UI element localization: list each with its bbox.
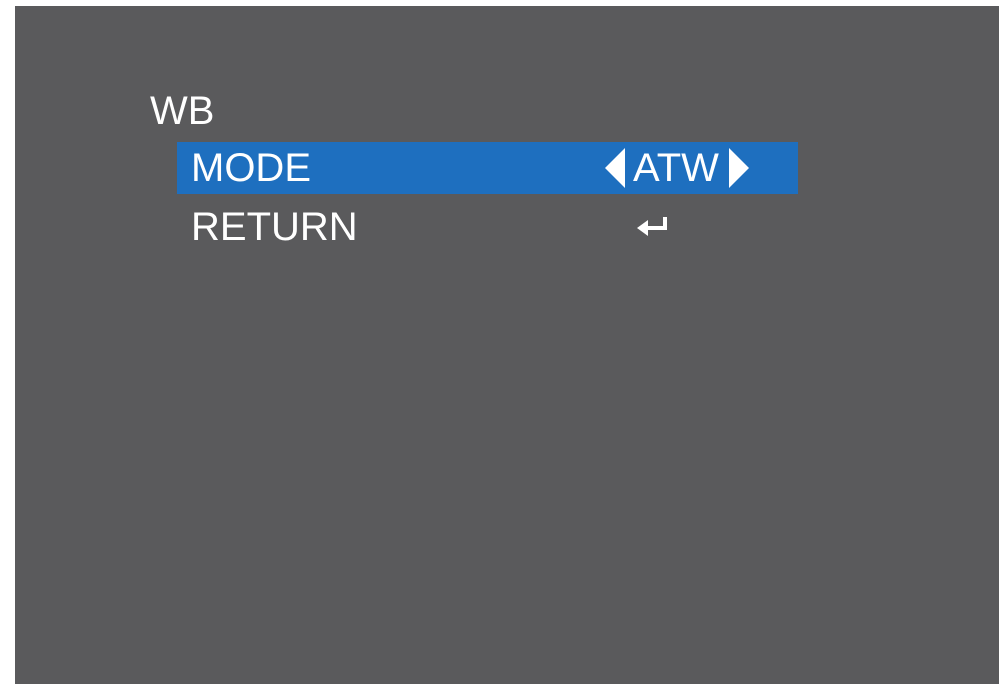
return-label: RETURN <box>191 205 358 249</box>
mode-value-selector[interactable]: ATW <box>605 142 749 194</box>
menu-item-return[interactable]: RETURN <box>177 201 798 253</box>
enter-icon[interactable] <box>637 215 671 244</box>
arrow-left-icon[interactable] <box>605 148 625 188</box>
mode-label: MODE <box>191 146 311 190</box>
mode-value: ATW <box>633 146 719 190</box>
osd-screen: WB MODE ATW RETURN <box>15 6 999 684</box>
menu-item-mode[interactable]: MODE ATW <box>177 142 798 194</box>
menu-title: WB <box>150 89 215 133</box>
arrow-right-icon[interactable] <box>728 148 749 188</box>
